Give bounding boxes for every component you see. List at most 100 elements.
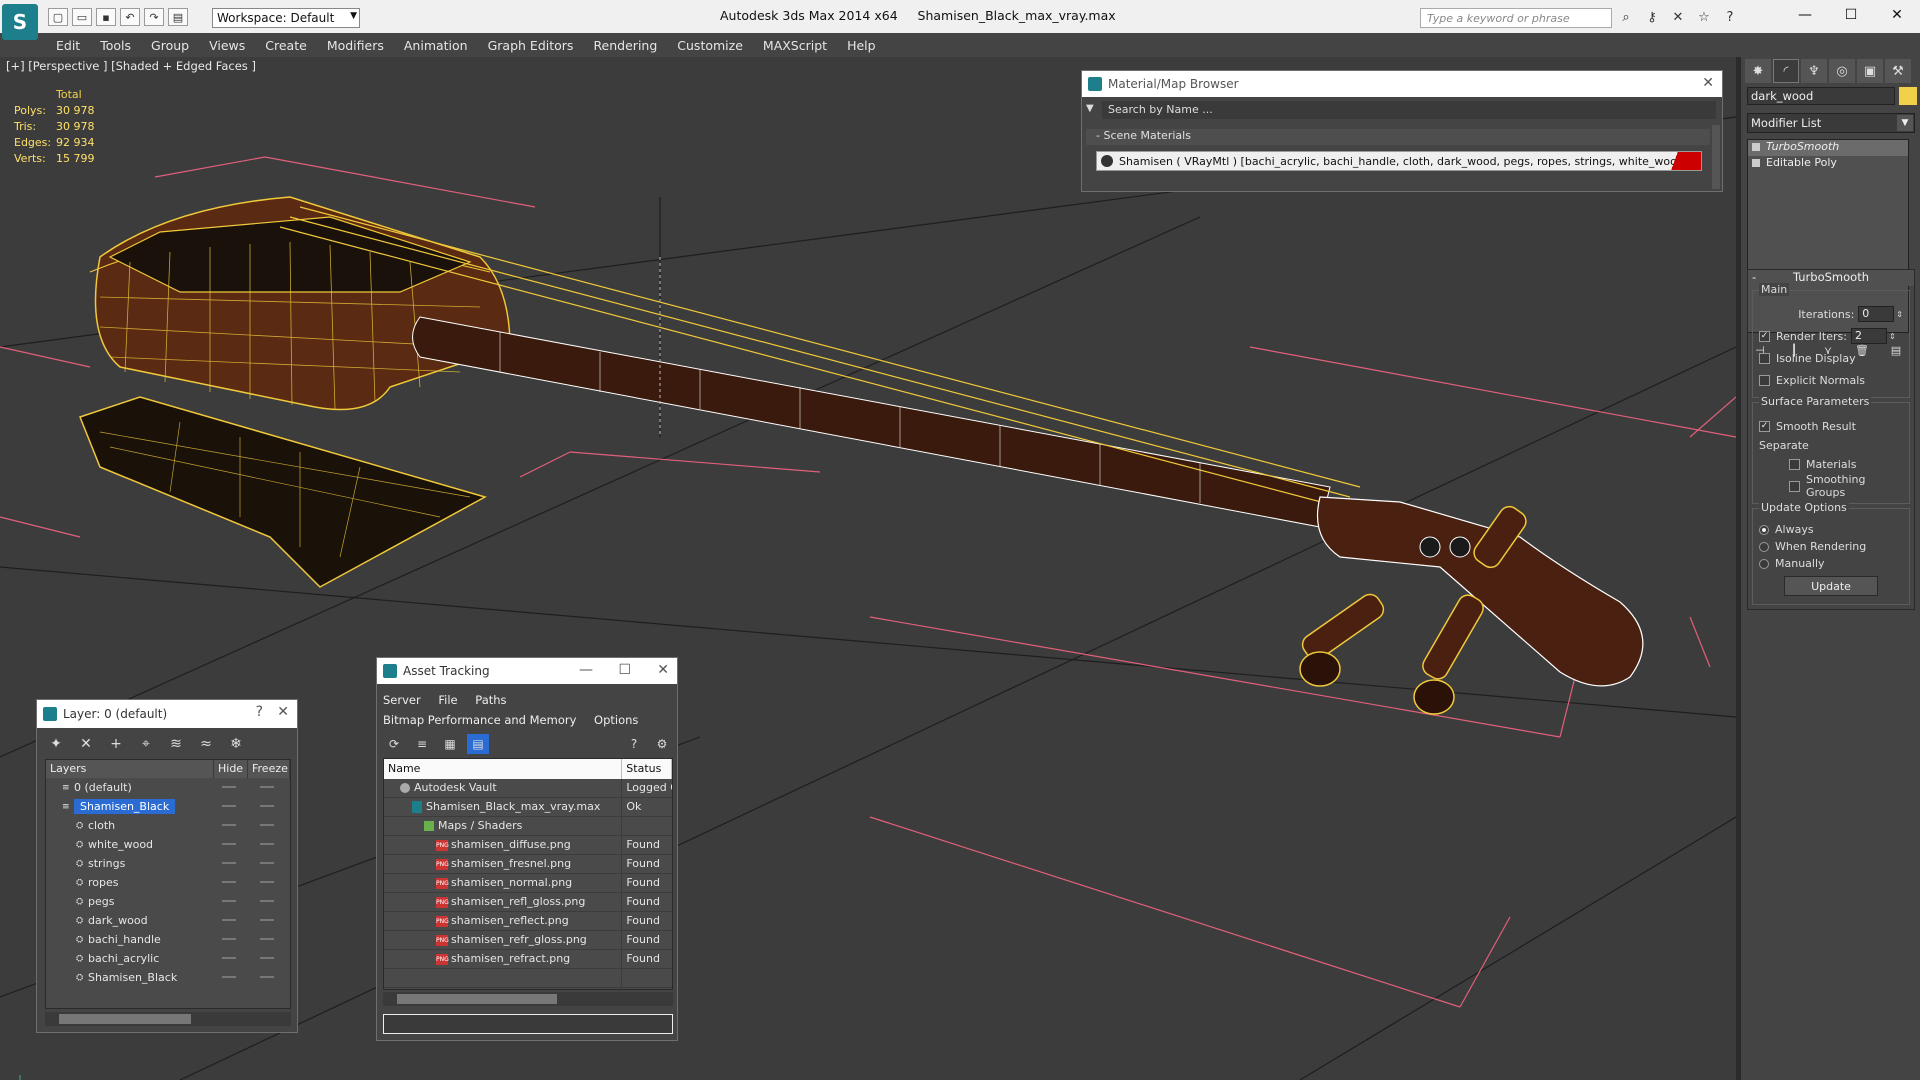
freeze-toggle[interactable]	[260, 957, 274, 959]
menu-paths[interactable]: Paths	[475, 693, 506, 707]
layer-row[interactable]: ⛭ cloth	[46, 816, 290, 835]
layer-row[interactable]: ⛭ dark_wood	[46, 911, 290, 930]
freeze-toggle[interactable]	[260, 843, 274, 845]
hide-toggle[interactable]	[222, 824, 236, 826]
menu-item-help[interactable]: Help	[837, 38, 886, 53]
hide-all-icon[interactable]: ≈	[195, 734, 217, 754]
material-entry[interactable]: Shamisen ( VRayMtl ) [bachi_acrylic, bac…	[1096, 151, 1702, 171]
iterations-spinner[interactable]: 0	[1858, 306, 1895, 322]
menu-item-modifiers[interactable]: Modifiers	[317, 38, 394, 53]
stack-item-editable-poly[interactable]: Editable Poly	[1748, 156, 1908, 172]
key-icon[interactable]: ⚷	[1642, 8, 1662, 26]
layer-row[interactable]: ≡ Shamisen_Black	[46, 797, 290, 816]
isoline-checkbox[interactable]	[1759, 352, 1770, 364]
asset-row[interactable]: PNG shamisen_fresnel.png Found	[384, 855, 672, 874]
freeze-toggle[interactable]	[260, 862, 274, 864]
asset-row[interactable]: PNG shamisen_diffuse.png Found	[384, 836, 672, 855]
asset-row[interactable]: Maps / Shaders	[384, 817, 672, 836]
freeze-all-icon[interactable]: ❄	[225, 734, 247, 754]
spinner-arrows-icon[interactable]: ⇕	[1896, 310, 1903, 319]
layer-row[interactable]: ⛭ Shamisen_Black	[46, 968, 290, 987]
horizontal-scrollbar[interactable]	[45, 1012, 291, 1026]
layer-row[interactable]: ⛭ pegs	[46, 892, 290, 911]
asset-row[interactable]: PNG shamisen_normal.png Found	[384, 874, 672, 893]
always-radio[interactable]	[1759, 524, 1769, 535]
hide-toggle[interactable]	[222, 843, 236, 845]
hide-toggle[interactable]	[222, 881, 236, 883]
table-view-icon[interactable]: ▤	[467, 734, 489, 754]
asset-row[interactable]: Shamisen_Black_max_vray.max Ok	[384, 798, 672, 817]
layer-row[interactable]: ≡ 0 (default)	[46, 778, 290, 797]
delete-layer-icon[interactable]: ✕	[75, 734, 97, 754]
manually-radio[interactable]	[1759, 558, 1769, 569]
render-iters-checkbox[interactable]: ✓	[1759, 330, 1770, 342]
hide-toggle[interactable]	[222, 919, 236, 921]
close-icon[interactable]: ✕	[1874, 0, 1920, 30]
freeze-toggle[interactable]	[260, 881, 274, 883]
list-view-icon[interactable]: ≡	[411, 734, 433, 754]
star-icon[interactable]: ☆	[1694, 8, 1714, 26]
menu-server[interactable]: Server	[383, 693, 421, 707]
spinner-arrows-icon[interactable]: ⇕	[1889, 332, 1896, 341]
hide-toggle[interactable]	[222, 938, 236, 940]
search-input[interactable]: Type a keyword or phrase	[1420, 8, 1612, 28]
freeze-toggle[interactable]	[260, 900, 274, 902]
hide-toggle[interactable]	[222, 957, 236, 959]
highlight-selected-icon[interactable]: ≋	[165, 734, 187, 754]
modifier-list-dropdown[interactable]: Modifier List ▼	[1747, 113, 1915, 133]
layer-row[interactable]: ⛭ bachi_acrylic	[46, 949, 290, 968]
freeze-toggle[interactable]	[260, 976, 274, 978]
add-to-layer-icon[interactable]: +	[105, 734, 127, 754]
hide-toggle[interactable]	[222, 976, 236, 978]
vault-settings-icon[interactable]: ⚙	[651, 734, 673, 754]
viewport-label[interactable]: [+] [Perspective ] [Shaded + Edged Faces…	[6, 59, 256, 73]
materials-checkbox[interactable]	[1789, 458, 1800, 470]
material-search-input[interactable]: Search by Name ...	[1102, 101, 1716, 119]
modify-tab-icon[interactable]: ◜	[1773, 59, 1799, 83]
exchange-icon[interactable]: ✕	[1668, 8, 1688, 26]
object-color-swatch[interactable]	[1899, 87, 1917, 105]
asset-row[interactable]: PNG shamisen_refract.png Found	[384, 950, 672, 969]
layer-row[interactable]: ⛭ bachi_handle	[46, 930, 290, 949]
freeze-toggle[interactable]	[260, 805, 274, 807]
scroll-thumb[interactable]	[397, 994, 557, 1004]
menu-item-edit[interactable]: Edit	[56, 38, 90, 53]
layer-window-titlebar[interactable]: Layer: 0 (default) ? ✕	[37, 700, 297, 728]
asset-row[interactable]: PNG shamisen_reflect.png Found	[384, 912, 672, 931]
minimize-icon[interactable]: —	[579, 662, 593, 678]
redo-icon[interactable]: ↷	[144, 8, 164, 26]
maximize-icon[interactable]: ☐	[1828, 0, 1874, 30]
hide-toggle[interactable]	[222, 786, 236, 788]
asset-window-titlebar[interactable]: Asset Tracking — ☐ ✕	[377, 658, 677, 684]
hide-toggle[interactable]	[222, 900, 236, 902]
menu-item-maxscript[interactable]: MAXScript	[753, 38, 837, 53]
menu-options[interactable]: Options	[594, 713, 638, 727]
menu-item-animation[interactable]: Animation	[394, 38, 478, 53]
menu-bitmap-performance[interactable]: Bitmap Performance and Memory	[383, 713, 576, 727]
display-tab-icon[interactable]: ▣	[1857, 59, 1883, 83]
menu-item-create[interactable]: Create	[255, 38, 317, 53]
utilities-tab-icon[interactable]: ⚒	[1885, 59, 1911, 83]
close-icon[interactable]: ✕	[277, 704, 289, 720]
create-tab-icon[interactable]: ✸	[1745, 59, 1771, 83]
hide-toggle[interactable]	[222, 805, 236, 807]
col-status[interactable]: Status	[622, 759, 672, 779]
scene-materials-header[interactable]: - Scene Materials	[1086, 129, 1710, 145]
layer-row[interactable]: ⛭ ropes	[46, 873, 290, 892]
expand-icon[interactable]	[1752, 159, 1760, 167]
new-file-icon[interactable]: ▢	[48, 8, 68, 26]
close-icon[interactable]: ✕	[657, 662, 669, 678]
hold-icon[interactable]: ▤	[168, 8, 188, 26]
hierarchy-tab-icon[interactable]: ♆	[1801, 59, 1827, 83]
explicit-normals-checkbox[interactable]	[1759, 374, 1770, 386]
render-iters-spinner[interactable]: 2	[1850, 328, 1887, 344]
hide-toggle[interactable]	[222, 862, 236, 864]
horizontal-scrollbar[interactable]	[383, 992, 673, 1006]
update-button[interactable]: Update	[1784, 576, 1878, 596]
material-browser-titlebar[interactable]: Material/Map Browser ✕	[1082, 71, 1722, 97]
create-layer-icon[interactable]: ✦	[45, 734, 67, 754]
smoothing-groups-checkbox[interactable]	[1789, 480, 1800, 492]
menu-item-tools[interactable]: Tools	[90, 38, 141, 53]
menu-item-rendering[interactable]: Rendering	[583, 38, 667, 53]
asset-row[interactable]: Autodesk Vault Logged O	[384, 779, 672, 798]
